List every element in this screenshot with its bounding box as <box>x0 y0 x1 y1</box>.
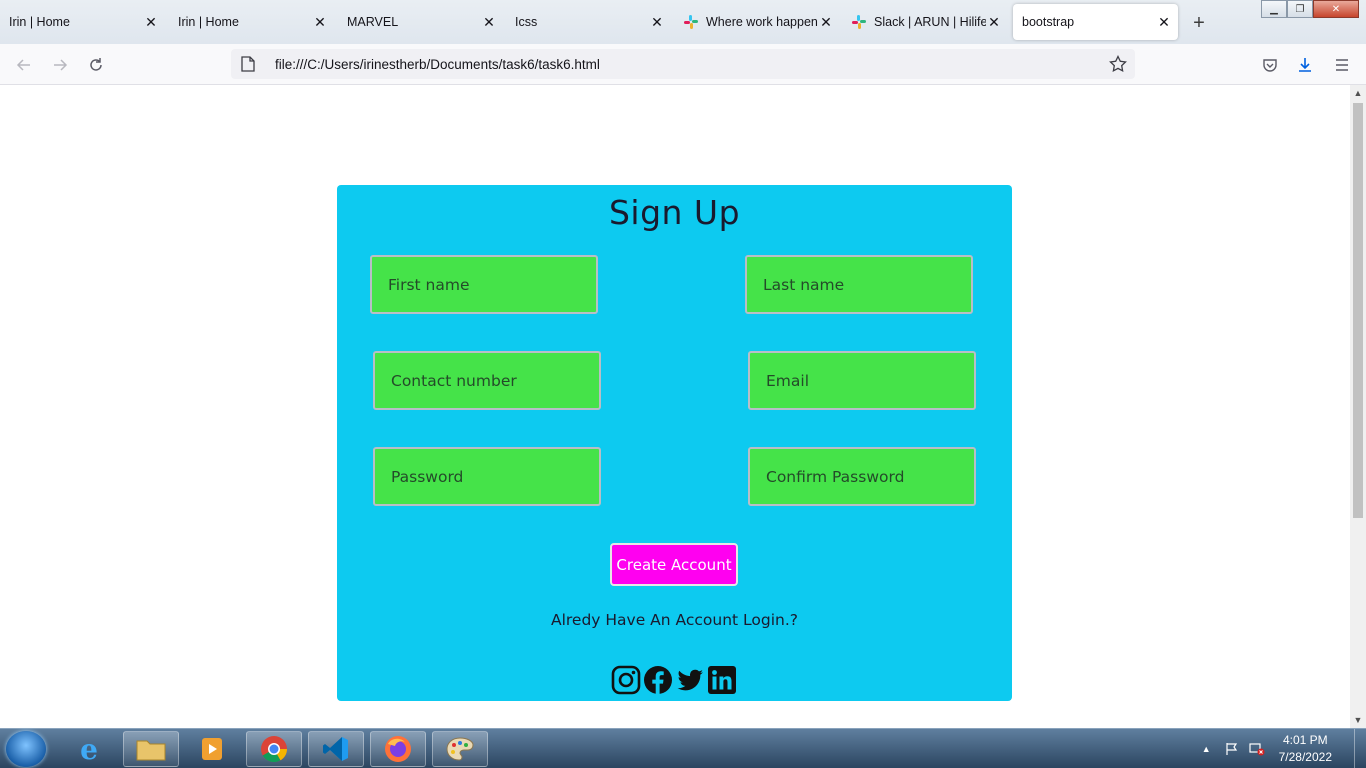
tab-title: MARVEL <box>347 15 399 29</box>
password-input[interactable] <box>373 447 601 506</box>
address-bar[interactable]: file:///C:/Users/irinestherb/Documents/t… <box>231 49 1135 79</box>
page-viewport: Sign Up Create Account Alredy Have An Ac… <box>0 85 1350 728</box>
system-tray: ▲ 4:01 PM 7/28/2022 <box>1202 729 1366 768</box>
tab-title: Where work happens <box>706 15 818 29</box>
close-icon[interactable]: ✕ <box>312 14 328 30</box>
page-icon <box>241 56 255 72</box>
new-tab-button[interactable]: + <box>1188 12 1210 34</box>
tab-bootstrap[interactable]: bootstrap ✕ <box>1013 4 1178 40</box>
tab-title: Irin | Home <box>9 15 70 29</box>
menu-button[interactable] <box>1329 52 1355 78</box>
tab-marvel[interactable]: MARVEL ✕ <box>338 4 503 40</box>
file-explorer-taskbar-button[interactable] <box>123 731 179 767</box>
vscode-icon <box>323 737 348 761</box>
scroll-up-icon[interactable]: ▲ <box>1353 88 1363 98</box>
slack-icon <box>852 15 866 29</box>
signup-title: Sign Up <box>608 193 741 232</box>
minimize-button[interactable]: ▁ <box>1261 0 1287 18</box>
navigation-bar: file:///C:/Users/irinestherb/Documents/t… <box>0 44 1366 85</box>
email-input[interactable] <box>748 351 976 410</box>
twitter-icon[interactable] <box>675 665 705 695</box>
tab-title: bootstrap <box>1022 15 1075 29</box>
facebook-icon[interactable] <box>643 665 673 695</box>
confirm-password-input[interactable] <box>748 447 976 506</box>
forward-button[interactable] <box>47 52 73 78</box>
back-button[interactable] <box>11 52 37 78</box>
start-button[interactable] <box>6 731 46 767</box>
maximize-button[interactable]: ❐ <box>1287 0 1313 18</box>
close-icon[interactable]: ✕ <box>143 14 159 30</box>
folder-icon <box>136 740 166 761</box>
vscode-taskbar-button[interactable] <box>308 731 364 767</box>
last-name-input[interactable] <box>745 255 973 314</box>
close-icon[interactable]: ✕ <box>818 14 834 30</box>
scrollbar-thumb[interactable] <box>1353 103 1363 518</box>
firefox-taskbar-button[interactable] <box>370 731 426 767</box>
tab-slack-arun[interactable]: Slack | ARUN | HilifeAI ✕ <box>843 4 1008 40</box>
media-player-icon <box>202 738 222 760</box>
close-icon[interactable]: ✕ <box>481 14 497 30</box>
first-name-input[interactable] <box>370 255 598 314</box>
window-close-button[interactable]: ✕ <box>1313 0 1359 18</box>
windows-taskbar: e ▲ 4:01 PM 7/28/2022 <box>0 728 1366 768</box>
clock-time: 4:01 PM <box>1282 733 1328 747</box>
instagram-icon[interactable] <box>611 665 641 695</box>
tab-icss[interactable]: Icss ✕ <box>506 4 671 40</box>
chrome-icon <box>261 736 288 763</box>
bookmark-star-icon[interactable] <box>1109 55 1127 73</box>
signup-card: Sign Up Create Account Alredy Have An Ac… <box>337 185 1012 701</box>
action-center-flag-icon[interactable] <box>1225 742 1239 756</box>
tab-title: Slack | ARUN | HilifeAI <box>874 15 986 29</box>
chrome-taskbar-button[interactable] <box>246 731 302 767</box>
download-icon <box>1299 58 1311 72</box>
create-account-button[interactable]: Create Account <box>610 543 738 586</box>
paint-palette-icon <box>446 737 474 761</box>
internet-explorer-taskbar-button[interactable]: e <box>61 731 117 767</box>
close-icon[interactable]: ✕ <box>986 14 1002 30</box>
url-text: file:///C:/Users/irinestherb/Documents/t… <box>275 56 600 72</box>
show-desktop-button[interactable] <box>1354 729 1366 768</box>
scroll-down-icon[interactable]: ▼ <box>1353 715 1363 725</box>
slack-icon <box>684 15 698 29</box>
system-clock[interactable]: 4:01 PM 7/28/2022 <box>1279 732 1332 766</box>
tab-slack-where-work[interactable]: Where work happens ✕ <box>675 4 840 40</box>
network-icon[interactable] <box>1249 742 1265 756</box>
tab-title: Icss <box>515 15 538 29</box>
close-icon[interactable]: ✕ <box>649 14 665 30</box>
clock-date: 7/28/2022 <box>1278 750 1332 764</box>
firefox-icon <box>385 736 411 762</box>
pocket-button[interactable] <box>1257 52 1283 78</box>
tab-irin-home-2[interactable]: Irin | Home ✕ <box>169 4 334 40</box>
arrow-left-icon <box>16 59 30 71</box>
tab-title: Irin | Home <box>178 15 239 29</box>
pocket-icon <box>1263 59 1277 72</box>
vertical-scrollbar[interactable]: ▲ ▼ <box>1350 85 1366 728</box>
reload-button[interactable] <box>83 52 109 78</box>
reload-icon <box>90 58 102 71</box>
tab-strip: Irin | Home ✕ Irin | Home ✕ MARVEL ✕ Ics… <box>0 0 1366 44</box>
login-link[interactable]: Alredy Have An Account Login.? <box>337 611 1012 629</box>
show-hidden-icons-icon[interactable]: ▲ <box>1202 744 1211 754</box>
media-player-taskbar-button[interactable] <box>184 731 240 767</box>
contact-number-input[interactable] <box>373 351 601 410</box>
close-icon[interactable]: ✕ <box>1156 14 1172 30</box>
tab-irin-home-1[interactable]: Irin | Home ✕ <box>0 4 165 40</box>
downloads-button[interactable] <box>1292 52 1318 78</box>
arrow-right-icon <box>54 59 68 71</box>
paint-taskbar-button[interactable] <box>432 731 488 767</box>
internet-explorer-icon: e <box>80 732 98 766</box>
linkedin-icon[interactable] <box>707 665 737 695</box>
hamburger-menu-icon <box>1336 59 1348 71</box>
